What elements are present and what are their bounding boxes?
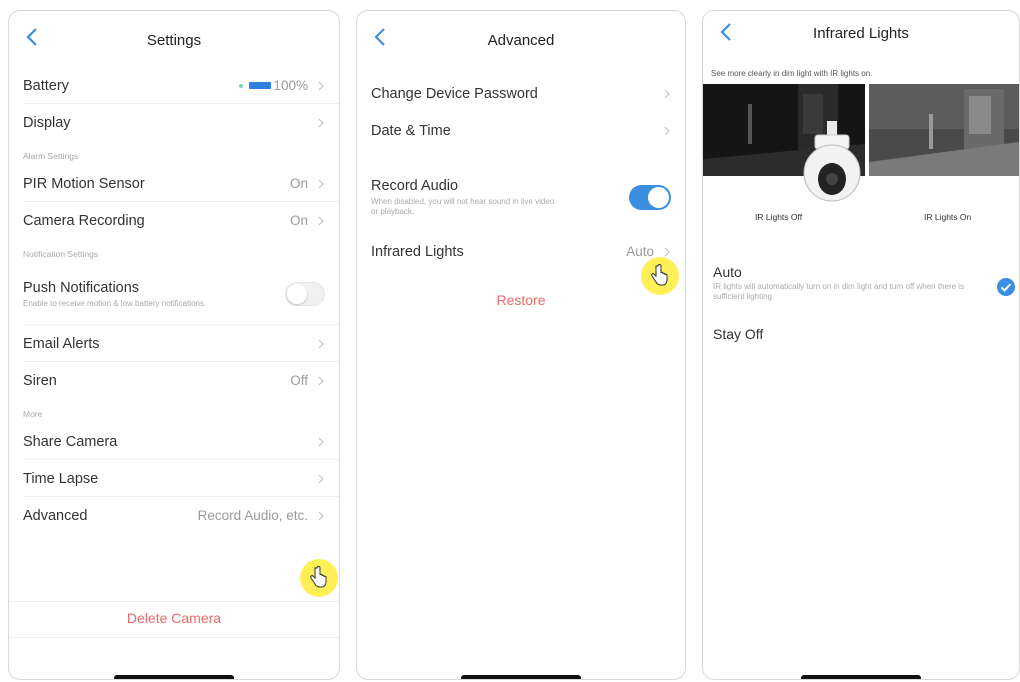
camera-device-image	[803, 121, 861, 202]
page-title: Infrared Lights	[813, 25, 909, 42]
ir-on-scene	[869, 84, 1019, 176]
advanced-screen: Advanced Change Device Password Date & T…	[356, 10, 686, 680]
share-camera-row[interactable]: Share Camera	[9, 423, 339, 460]
camera-recording-label: Camera Recording	[23, 212, 145, 229]
pir-label: PIR Motion Sensor	[23, 175, 145, 192]
infrared-value: Auto	[626, 244, 654, 259]
push-notifications-toggle[interactable]	[285, 282, 325, 306]
infrared-nav-bar: Infrared Lights	[703, 11, 1019, 65]
pir-motion-sensor-row[interactable]: PIR Motion Sensor On	[9, 165, 339, 202]
chevron-right-icon	[318, 437, 324, 446]
siren-row[interactable]: Siren Off	[9, 362, 339, 399]
auto-option[interactable]: Auto IR lights will automatically turn o…	[713, 264, 1015, 302]
advanced-label: Advanced	[23, 507, 88, 524]
display-label: Display	[23, 114, 71, 131]
check-circle-icon	[997, 278, 1015, 296]
auto-description: IR lights will automatically turn on in …	[713, 282, 965, 301]
record-audio-row: Record Audio When disabled, you will not…	[357, 165, 685, 229]
date-time-row[interactable]: Date & Time	[357, 112, 685, 149]
pir-value: On	[289, 176, 308, 191]
chevron-right-icon	[318, 216, 324, 225]
chevron-right-icon	[318, 179, 324, 188]
chevron-right-icon	[318, 339, 324, 348]
chevron-right-icon	[318, 81, 324, 90]
home-indicator	[114, 675, 234, 679]
settings-screen: Settings Battery 100% Display Alarm Sett…	[8, 10, 340, 680]
restore-button[interactable]: Restore	[357, 292, 685, 308]
record-audio-toggle[interactable]	[629, 184, 671, 210]
battery-value: 100%	[273, 78, 308, 93]
email-alerts-row[interactable]: Email Alerts	[9, 325, 339, 362]
chevron-right-icon	[318, 511, 324, 520]
push-notifications-row: Push Notifications Enable to receive mot…	[9, 263, 339, 325]
camera-recording-value: On	[289, 213, 308, 228]
camera-recording-row[interactable]: Camera Recording On	[9, 202, 339, 239]
push-label: Push Notifications	[23, 279, 140, 296]
more-header: More	[23, 409, 43, 419]
alarm-settings-header: Alarm Settings	[23, 151, 79, 161]
home-indicator	[801, 675, 921, 679]
battery-label: Battery	[23, 77, 69, 94]
notification-settings-header: Notification Settings	[23, 249, 99, 259]
chevron-right-icon	[664, 247, 670, 256]
display-row[interactable]: Display	[9, 104, 339, 141]
auto-label: Auto	[713, 264, 742, 280]
caption-ir-on: IR Lights On	[924, 212, 972, 222]
separator	[9, 601, 339, 602]
caption-ir-off: IR Lights Off	[755, 212, 803, 222]
advanced-nav-bar: Advanced	[357, 11, 685, 75]
timelapse-label: Time Lapse	[23, 470, 99, 487]
hand-pointer-icon	[651, 264, 668, 286]
infrared-lights-screen: Infrared Lights See more clearly in dim …	[702, 10, 1020, 680]
chevron-right-icon	[664, 126, 670, 135]
advanced-row[interactable]: Advanced Record Audio, etc.	[9, 497, 339, 534]
push-description: Enable to receive motion & low battery n…	[23, 298, 207, 308]
tap-indicator	[300, 559, 338, 597]
page-title: Advanced	[487, 32, 555, 49]
battery-icon	[239, 82, 272, 89]
share-label: Share Camera	[23, 433, 118, 450]
hand-pointer-icon	[310, 566, 327, 588]
battery-row[interactable]: Battery 100%	[9, 67, 339, 104]
delete-camera-button[interactable]: Delete Camera	[9, 610, 339, 626]
intro-text: See more clearly in dim light with IR li…	[711, 69, 873, 78]
chevron-right-icon	[318, 376, 324, 385]
time-lapse-row[interactable]: Time Lapse	[9, 460, 339, 497]
record-audio-label: Record Audio	[371, 177, 459, 194]
infrared-lights-row[interactable]: Infrared Lights Auto	[357, 233, 685, 270]
chevron-right-icon	[318, 118, 324, 127]
advanced-value: Record Audio, etc.	[197, 508, 308, 523]
chevron-right-icon	[664, 89, 670, 98]
change-device-password-row[interactable]: Change Device Password	[357, 75, 685, 112]
siren-label: Siren	[23, 372, 57, 389]
tap-indicator	[641, 257, 679, 295]
datetime-label: Date & Time	[371, 122, 451, 139]
ir-on-image	[869, 84, 1019, 176]
home-indicator	[461, 675, 581, 679]
password-label: Change Device Password	[371, 85, 538, 102]
settings-nav-bar: Settings	[9, 11, 339, 67]
separator	[9, 637, 339, 638]
page-title: Settings	[146, 32, 202, 49]
infrared-label: Infrared Lights	[371, 243, 464, 260]
record-audio-description: When disabled, you will not hear sound i…	[371, 196, 555, 216]
chevron-right-icon	[318, 474, 324, 483]
email-label: Email Alerts	[23, 335, 100, 352]
stay-off-option[interactable]: Stay Off	[713, 326, 763, 342]
siren-value: Off	[290, 373, 308, 388]
